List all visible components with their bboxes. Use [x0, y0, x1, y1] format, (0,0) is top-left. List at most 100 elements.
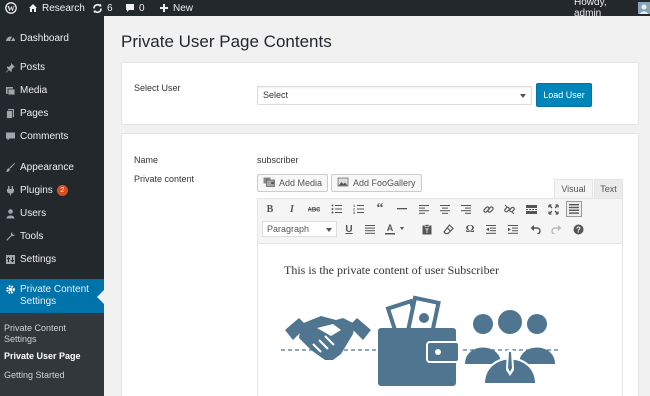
bullet-list-icon[interactable] [328, 201, 344, 217]
blockquote-icon[interactable]: “ [372, 201, 388, 217]
dashboard-icon [0, 33, 20, 44]
outdent-icon[interactable] [483, 221, 499, 237]
wrench-icon [0, 231, 20, 242]
read-more-icon[interactable] [523, 201, 539, 217]
align-right-icon[interactable] [458, 201, 474, 217]
site-name-link[interactable]: Research [28, 0, 85, 16]
justify-icon[interactable] [362, 221, 378, 237]
special-character-icon[interactable]: Ω [462, 221, 478, 237]
paragraph-format-select[interactable]: Paragraph [262, 221, 337, 237]
add-media-button[interactable]: Add Media [257, 174, 329, 192]
sidebar-item-dashboard[interactable]: Dashboard [0, 27, 104, 49]
add-media-label: Add Media [279, 178, 323, 188]
sidebar-item-comments[interactable]: Comments [0, 125, 104, 147]
submenu-label-line-2: Settings [4, 334, 37, 344]
name-label: Name [134, 155, 159, 165]
sidebar-item-plugins[interactable]: Plugins 2 [0, 179, 104, 201]
chevron-down-icon [520, 94, 526, 98]
gallery-icon [337, 177, 349, 189]
svg-text:3: 3 [353, 211, 355, 214]
name-value: subscriber [257, 155, 299, 165]
sidebar-item-label: Users [20, 207, 47, 219]
help-icon[interactable]: ? [570, 221, 586, 237]
svg-text:ABC: ABC [308, 208, 320, 214]
comments-count: 0 [139, 2, 145, 14]
load-user-button[interactable]: Load User [536, 83, 592, 107]
sidebar-item-label: Private Content Settings [20, 284, 89, 308]
gear-icon [0, 284, 20, 295]
paragraph-format-value: Paragraph [267, 224, 310, 234]
eraser-icon[interactable] [440, 221, 456, 237]
submenu-item-private-user-page[interactable]: Private User Page [4, 351, 81, 362]
plug-icon [0, 185, 20, 196]
active-menu-arrow [97, 290, 104, 304]
new-label: New [173, 2, 194, 14]
wallet-icon [378, 295, 460, 386]
sidebar-item-media[interactable]: Media [0, 79, 104, 101]
align-left-icon[interactable] [416, 201, 432, 217]
sidebar-item-label: Tools [20, 230, 44, 242]
site-name: Research [42, 2, 85, 14]
pushpin-icon [0, 62, 20, 73]
submenu-label-line-1: Private Content [4, 323, 67, 333]
italic-icon[interactable]: I [284, 201, 300, 217]
comment-bubble-icon [125, 3, 135, 13]
plugins-update-badge: 2 [56, 184, 68, 196]
paintbrush-icon [0, 162, 20, 173]
admin-bar: W Research 6 0 New Howdy, admin [0, 0, 650, 19]
deal-wallet-team-illustration [281, 295, 559, 386]
sidebar-item-appearance[interactable]: Appearance [0, 156, 104, 178]
undo-icon[interactable] [527, 221, 543, 237]
toolbar-toggle-icon[interactable] [566, 201, 582, 217]
editor-paragraph: This is the private content of user Subs… [284, 263, 499, 277]
media-icon [0, 85, 20, 96]
user-icon [0, 208, 20, 219]
underline-icon[interactable]: U [341, 221, 357, 237]
align-center-icon[interactable] [437, 201, 453, 217]
tab-visual[interactable]: Visual [554, 179, 593, 199]
submenu-item-getting-started[interactable]: Getting Started [4, 370, 65, 381]
user-select-value: Select [263, 90, 289, 100]
user-account-link[interactable]: Howdy, admin [574, 0, 650, 19]
sidebar-item-label: Settings [20, 253, 57, 265]
sidebar-item-private-content-settings[interactable]: Private Content Settings [0, 279, 104, 313]
sidebar-item-posts[interactable]: Posts [0, 56, 104, 78]
private-content-label: Private content [134, 174, 195, 184]
horizontal-line-icon[interactable] [394, 201, 410, 217]
indent-icon[interactable] [505, 221, 521, 237]
user-select[interactable]: Select [257, 86, 532, 105]
home-icon [28, 3, 38, 13]
page-title: Private User Page Contents [121, 32, 332, 51]
unlink-icon[interactable] [501, 201, 517, 217]
sidebar-item-settings[interactable]: Settings [0, 248, 104, 270]
strikethrough-icon[interactable]: ABC [306, 201, 322, 217]
business-team-icon [465, 308, 555, 385]
comments-icon [0, 131, 20, 142]
numbered-list-icon[interactable]: 123 [350, 201, 366, 217]
new-content-link[interactable]: New [159, 0, 193, 16]
tab-text[interactable]: Text [594, 179, 623, 199]
bold-icon[interactable]: B [262, 201, 278, 217]
howdy-text: Howdy, admin [574, 0, 607, 19]
sliders-icon [0, 254, 20, 265]
paste-as-text-icon[interactable]: T [419, 221, 435, 237]
sidebar-item-pages[interactable]: Pages [0, 102, 104, 124]
handshake-icon [285, 316, 371, 360]
sidebar-item-users[interactable]: Users [0, 202, 104, 224]
link-icon[interactable] [480, 201, 496, 217]
add-foogallery-button[interactable]: Add FooGallery [331, 174, 422, 192]
sidebar-item-tools[interactable]: Tools [0, 225, 104, 247]
sidebar-item-label: Dashboard [20, 32, 69, 44]
label-line-2: Settings [20, 296, 57, 307]
svg-text:A: A [387, 223, 394, 233]
fullscreen-icon[interactable] [545, 201, 561, 217]
comments-link[interactable]: 0 [125, 0, 145, 16]
redo-icon[interactable] [548, 221, 564, 237]
svg-text:W: W [7, 4, 15, 13]
text-color-icon[interactable]: A [384, 221, 408, 237]
avatar [638, 2, 650, 14]
updates-link[interactable]: 6 [92, 0, 113, 16]
chevron-down-icon [326, 228, 332, 232]
submenu-item-private-content-settings[interactable]: Private Content Settings [4, 323, 66, 345]
wordpress-logo-icon[interactable]: W [5, 0, 17, 16]
